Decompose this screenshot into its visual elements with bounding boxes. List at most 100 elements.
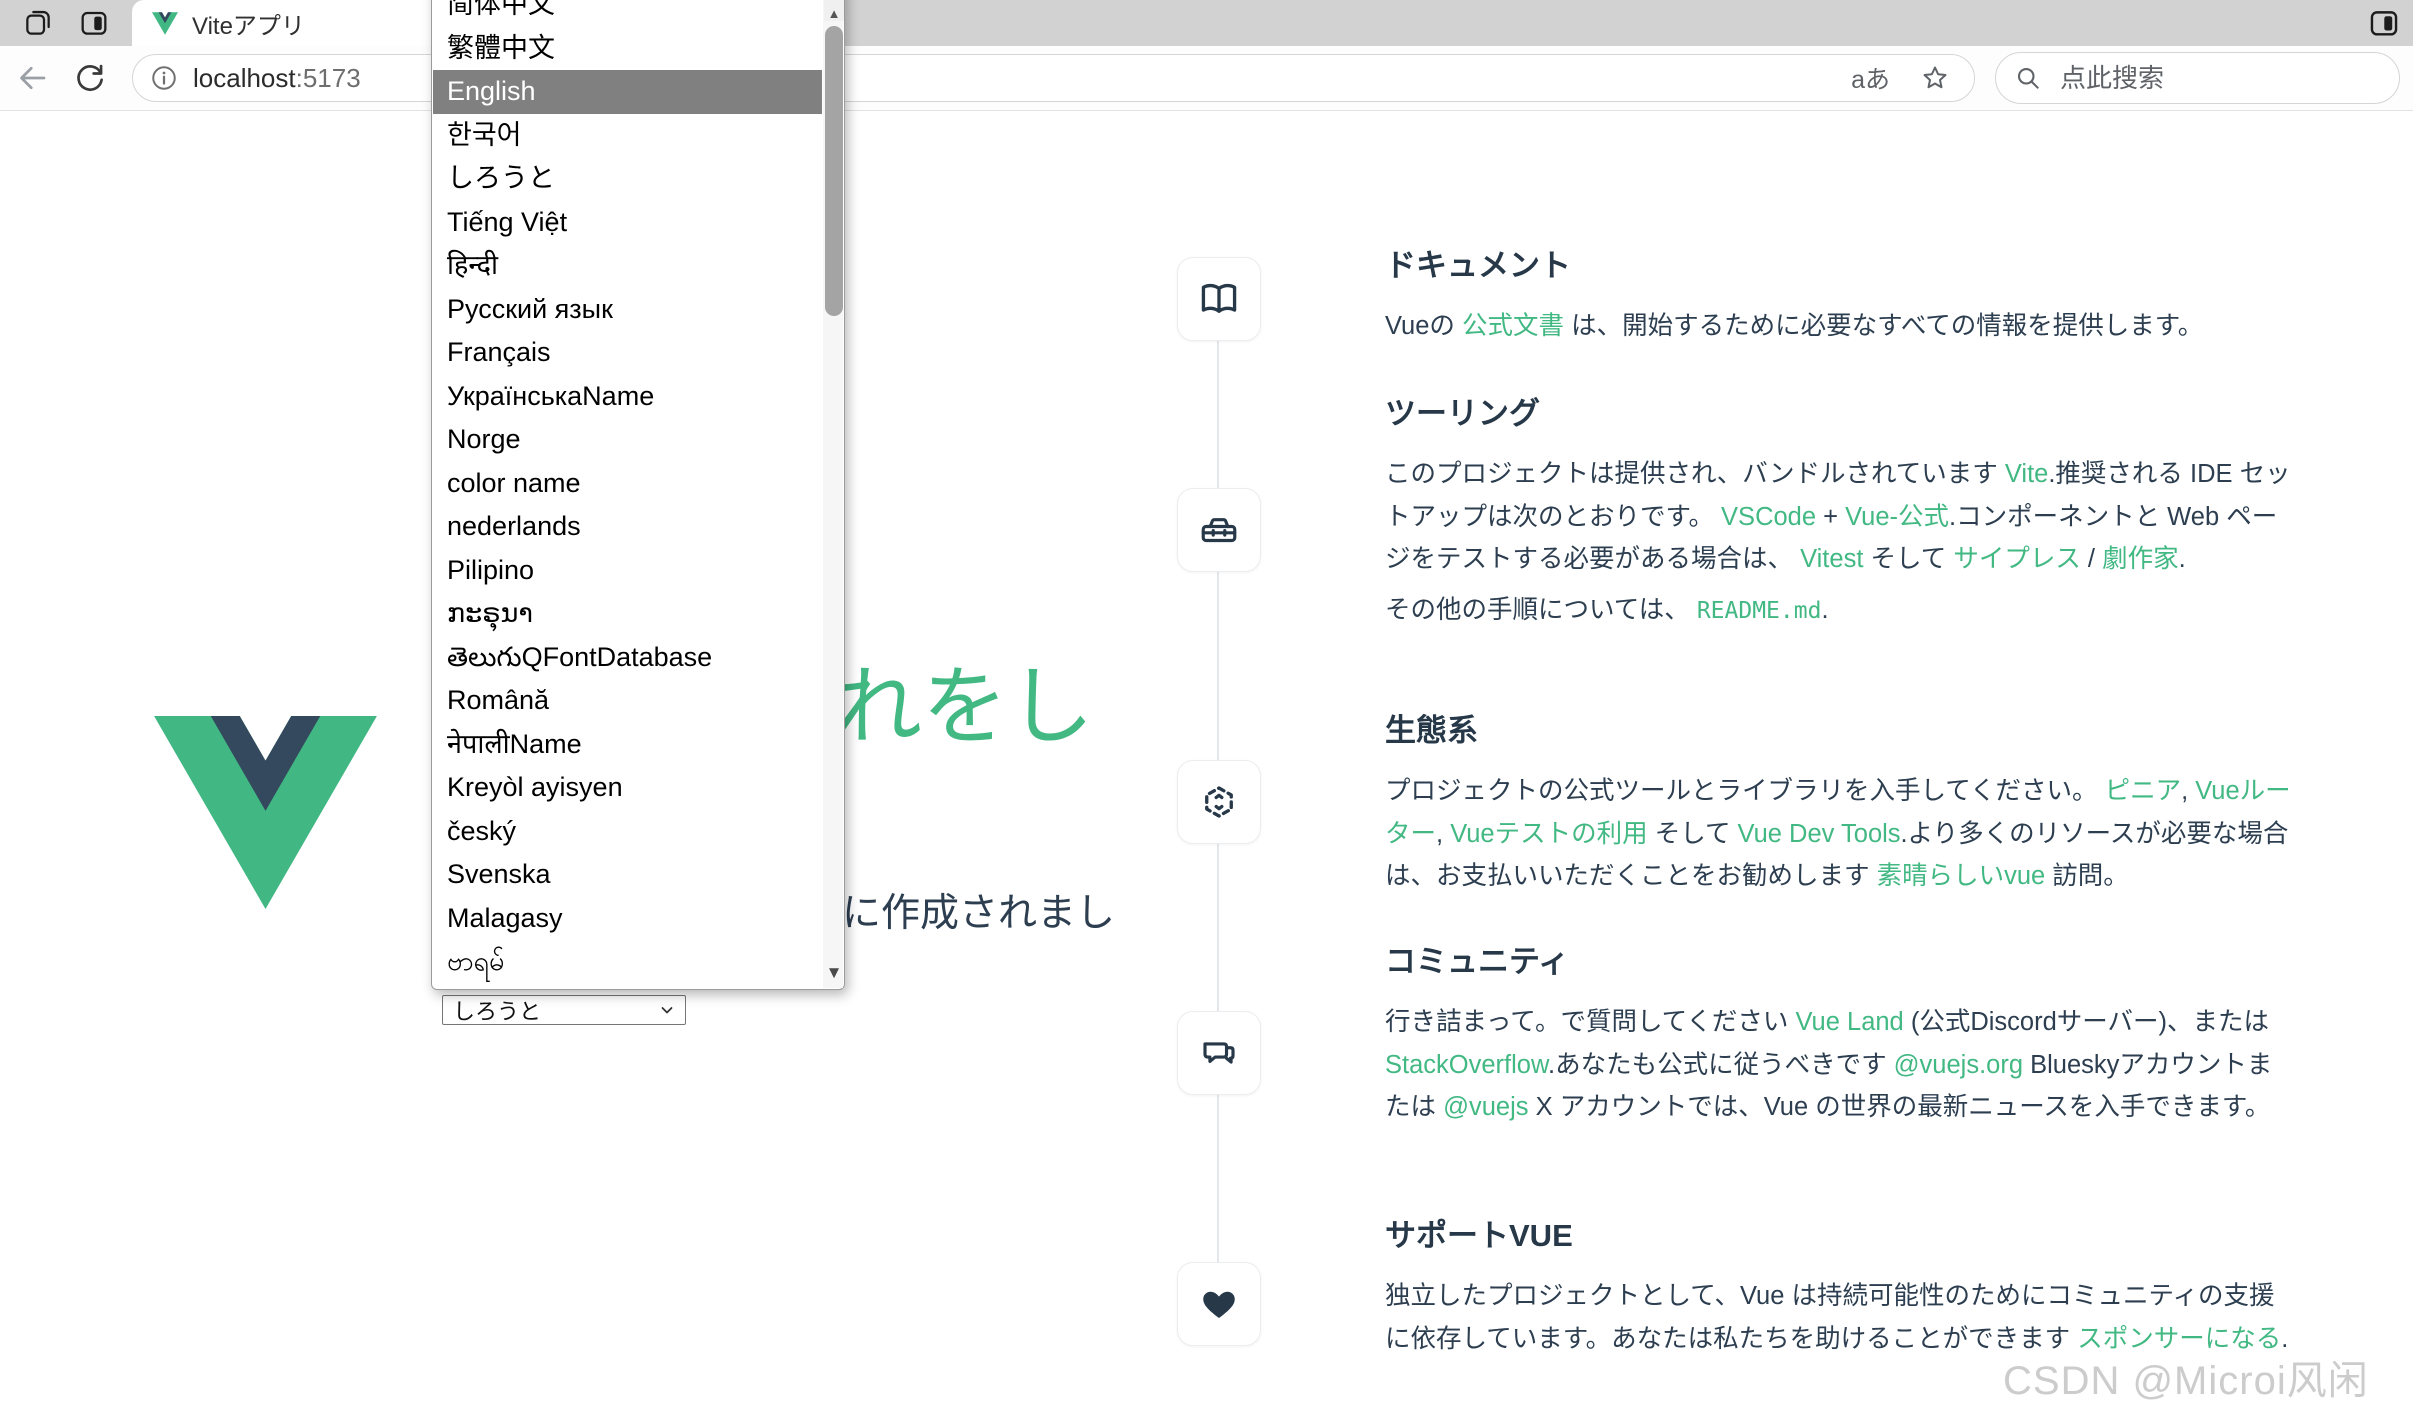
dropdown-option[interactable]: हिन्दी [433, 244, 822, 288]
chevron-down-icon [659, 1002, 675, 1018]
dropdown-option[interactable]: 简体中文 [433, 0, 822, 27]
dropdown-option[interactable]: 繁體中文 [433, 27, 822, 71]
text-link[interactable]: ピニア [2105, 777, 2182, 805]
url-bar[interactable]: localhost:5173 aあ [132, 54, 1975, 102]
dropdown-option[interactable]: しろうと [433, 157, 822, 201]
section-paragraph: Vueの 公式文書 は、開始するために必要なすべての情報を提供します。 [1385, 305, 2297, 348]
section-title: コミュニティ [1385, 936, 2297, 981]
split-screen-button[interactable] [78, 7, 110, 39]
section-title: サポートVUE [1385, 1210, 2297, 1255]
vue-logo [154, 716, 377, 909]
browser-window: Viteアプリ [0, 0, 2413, 1421]
language-select-value: しろうと [453, 994, 659, 1026]
section-paragraph: 行き詰まって。で質問してください Vue Land (公式Discordサーバー… [1385, 1001, 2297, 1129]
dropdown-option[interactable]: Tiếng Việt [433, 201, 822, 245]
bookmark-star-icon[interactable] [1920, 63, 1950, 93]
text-run: そして [1863, 545, 1953, 573]
language-select[interactable]: しろうと [442, 995, 686, 1025]
text-link[interactable]: 公式文書 [1462, 312, 1564, 340]
sidebar-toggle-button[interactable] [2367, 6, 2401, 40]
refresh-button[interactable] [70, 58, 110, 98]
text-run: . [2179, 545, 2186, 573]
dropdown-option[interactable]: color name [433, 462, 822, 506]
text-link[interactable]: Vueテストの利用 [1450, 820, 1647, 848]
search-input[interactable] [2058, 62, 2362, 95]
dropdown-option[interactable]: УкраїнськаName [433, 375, 822, 419]
url-text: localhost:5173 [193, 63, 361, 94]
section-paragraph: その他の手順については、 README.md. [1385, 589, 2297, 633]
text-link[interactable]: Vue Dev Tools [1738, 820, 1901, 848]
text-link[interactable]: 劇作家 [2102, 545, 2179, 573]
info-section: サポートVUE独立したプロジェクトとして、Vue は持続可能性のためにコミュニテ… [1385, 1210, 2297, 1368]
dropdown-option[interactable]: 한국어 [433, 114, 822, 158]
ecosystem-icon [1198, 781, 1240, 823]
dropdown-option[interactable]: ກະຣຸນາ [433, 592, 822, 636]
feature-card-tooling [1177, 488, 1261, 572]
text-link[interactable]: Vitest [1800, 545, 1863, 573]
text-link[interactable]: Vite [2005, 460, 2048, 488]
text-link[interactable]: VSCode [1721, 503, 1816, 531]
url-port: :5173 [296, 63, 361, 93]
page-info-icon[interactable] [149, 63, 179, 93]
dropdown-option[interactable]: český [433, 810, 822, 854]
hero-heading-fragment: れをし [836, 636, 1094, 761]
dropdown-option[interactable]: ဗာရမ် [433, 940, 822, 984]
toolbox-icon [1198, 509, 1240, 551]
text-run: , [2181, 777, 2195, 805]
info-section: ツーリングこのプロジェクトは提供され、バンドルされています Vite.推奨される… [1385, 388, 2297, 640]
scroll-down-arrow[interactable]: ▼ [824, 963, 844, 983]
info-section: コミュニティ行き詰まって。で質問してください Vue Land (公式Disco… [1385, 936, 2297, 1137]
text-run: .あなたも公式に従うべきです [1548, 1051, 1894, 1079]
refresh-icon [73, 61, 107, 95]
text-link[interactable]: Vue-公式 [1845, 503, 1949, 531]
text-link[interactable]: README.md [1697, 598, 1822, 624]
dropdown-option[interactable]: Русский язык [433, 288, 822, 332]
dropdown-option[interactable]: Malagasy [433, 897, 822, 941]
dropdown-option[interactable]: Svenska [433, 853, 822, 897]
scroll-up-arrow[interactable]: ▲ [824, 0, 844, 21]
book-icon [1198, 278, 1240, 320]
text-run: / [2081, 545, 2102, 573]
back-arrow-icon [14, 60, 50, 96]
url-host: localhost [193, 63, 296, 93]
text-link[interactable]: StackOverflow [1385, 1051, 1548, 1079]
text-link[interactable]: 素晴らしいvue [1877, 862, 2046, 890]
watermark: CSDN @Microi风闲 [2003, 1348, 2369, 1406]
sidebar-panel-icon [2367, 6, 2401, 40]
text-run: その他の手順については、 [1385, 596, 1697, 624]
section-paragraph: このプロジェクトは提供され、バンドルされています Vite.推奨される IDE … [1385, 453, 2297, 581]
section-title: ドキュメント [1385, 240, 2297, 285]
text-run: このプロジェクトは提供され、バンドルされています [1385, 460, 2005, 488]
text-run: 訪問。 [2045, 862, 2129, 890]
dropdown-option[interactable]: nederlands [433, 505, 822, 549]
text-run: X アカウントでは、Vue の世界の最新ニュースを入手できます。 [1529, 1093, 2271, 1121]
text-run: は、開始するために必要なすべての情報を提供します。 [1564, 312, 2203, 340]
section-title: ツーリング [1385, 388, 2297, 433]
dropdown-option[interactable]: Română [433, 679, 822, 723]
tab-strip: Viteアプリ [0, 0, 2413, 46]
feature-card-ecosystem [1177, 760, 1261, 844]
text-link[interactable]: @vuejs.org [1894, 1051, 2023, 1079]
dropdown-option[interactable]: नेपालीName [433, 723, 822, 767]
search-box[interactable] [1995, 52, 2400, 104]
dropdown-option[interactable]: Kreyòl ayisyen [433, 766, 822, 810]
dropdown-option[interactable]: తెలుగుQFontDatabase [433, 636, 822, 680]
text-link[interactable]: サイプレス [1953, 545, 2081, 573]
text-link[interactable]: Vue Land [1796, 1008, 1904, 1036]
dropdown-scroll-thumb[interactable] [825, 26, 843, 316]
text-run: 行き詰まって。で質問してください [1385, 1008, 1796, 1036]
dropdown-option[interactable]: Norge [433, 418, 822, 462]
hero-subtitle-fragment: に作成されまし [842, 882, 1115, 938]
feature-card-community [1177, 1011, 1261, 1095]
tab-overview-button[interactable] [22, 7, 54, 39]
stacked-pages-icon [22, 7, 54, 39]
text-run: , [1436, 820, 1450, 848]
font-size-toggle[interactable]: aあ [1851, 60, 1890, 96]
dropdown-option[interactable]: Français [433, 331, 822, 375]
back-button[interactable] [12, 58, 52, 98]
text-run: Vueの [1385, 312, 1462, 340]
vue-favicon-icon [152, 12, 178, 35]
text-link[interactable]: @vuejs [1443, 1093, 1528, 1121]
dropdown-option[interactable]: English [433, 70, 822, 114]
dropdown-option[interactable]: Pilipino [433, 549, 822, 593]
